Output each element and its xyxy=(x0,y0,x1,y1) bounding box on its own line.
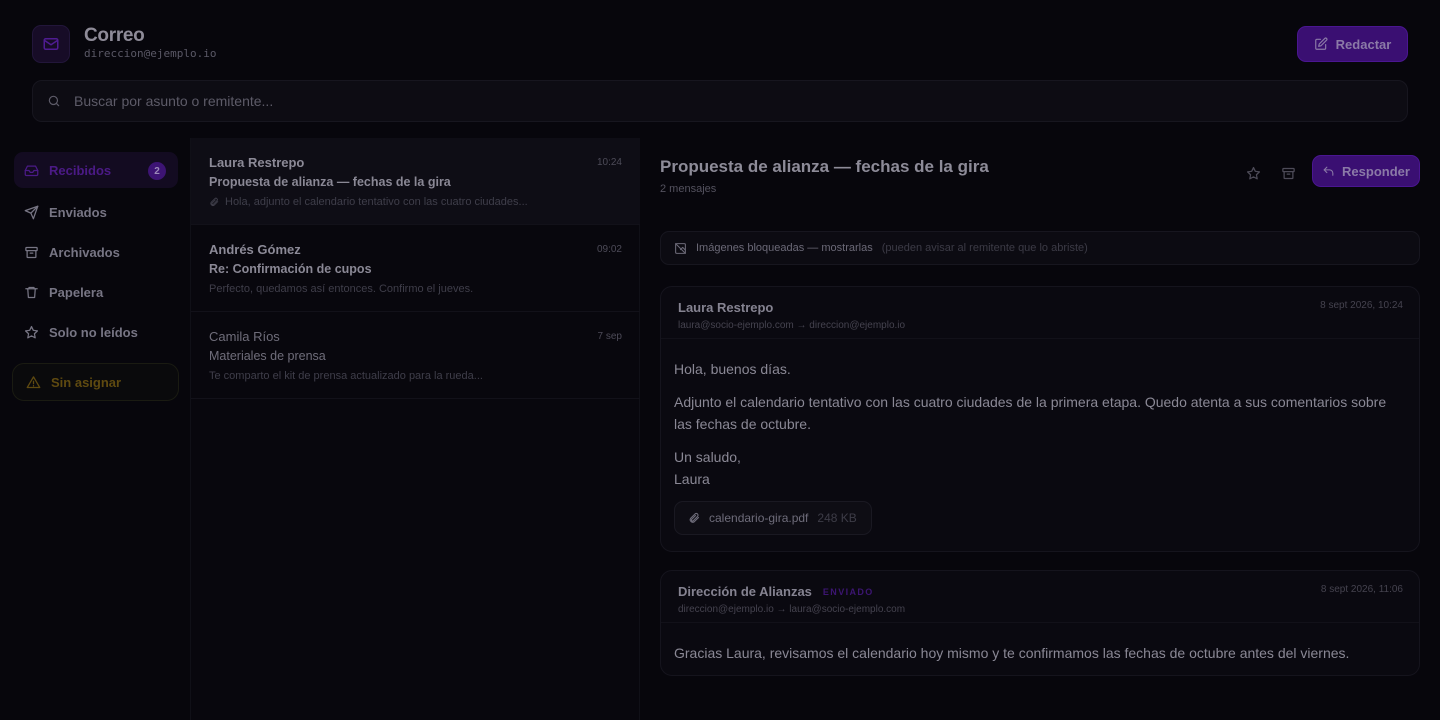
mail-icon xyxy=(42,35,60,53)
paperclip-icon xyxy=(209,197,219,207)
message-sender: Laura Restrepo xyxy=(678,300,773,315)
reply-label: Responder xyxy=(1342,163,1410,179)
app-title: Correo xyxy=(84,25,145,46)
mail-logo xyxy=(32,25,70,63)
inbox-icon xyxy=(24,163,39,178)
trash-icon xyxy=(24,285,39,300)
message-preview-text: Perfecto, quedamos así entonces. Confirm… xyxy=(209,283,474,295)
body-paragraph: Hola, buenos días. xyxy=(674,361,791,377)
sidebar-item-label: Recibidos xyxy=(49,162,112,178)
unread-count-badge: 2 xyxy=(148,162,166,180)
message-preview: Perfecto, quedamos así entonces. Confirm… xyxy=(209,283,473,295)
star-icon xyxy=(24,325,39,340)
archive-button[interactable] xyxy=(1277,162,1299,184)
sidebar-item-archivados[interactable]: Archivados xyxy=(14,234,178,270)
message-preview-text: Te comparto el kit de prensa actualizado… xyxy=(209,370,483,382)
sidebar-item-enviados[interactable]: Enviados xyxy=(14,194,178,230)
message-body: Hola, buenos días. Adjunto el calendario… xyxy=(661,339,1419,535)
search-input[interactable] xyxy=(74,93,1407,109)
message-subject: Re: Confirmación de cupos xyxy=(209,262,372,276)
signature-line: Un saludo, xyxy=(674,449,741,465)
search-bar xyxy=(32,80,1408,122)
message-header: Dirección de Alianzas ENVIADO direccion@… xyxy=(661,571,1419,623)
star-button[interactable] xyxy=(1242,162,1264,184)
star-icon xyxy=(1246,166,1261,181)
compose-button[interactable]: Redactar xyxy=(1297,26,1408,62)
sidebar: Recibidos 2 Enviados Archivados Papelera xyxy=(0,138,190,720)
thread-message: Dirección de Alianzas ENVIADO direccion@… xyxy=(660,570,1420,676)
thread-count: 2 mensajes xyxy=(660,183,717,195)
message-date: 8 sept 2026, 10:24 xyxy=(1320,300,1403,311)
thread-title: Propuesta de alianza — fechas de la gira xyxy=(660,157,989,176)
warning-icon xyxy=(26,375,41,390)
archive-icon xyxy=(1281,166,1296,181)
message-route: direccion@ejemplo.io → laura@socio-ejemp… xyxy=(678,604,906,615)
message-header: Laura Restrepo laura@socio-ejemplo.com →… xyxy=(661,287,1419,339)
blocked-images-banner: Imágenes bloqueadas — mostrarlas (pueden… xyxy=(660,231,1420,265)
sidebar-item-label: Papelera xyxy=(49,284,104,300)
search-icon xyxy=(47,94,61,108)
attachment-chip[interactable]: calendario-gira.pdf 248 KB xyxy=(674,501,872,535)
message-time: 10:24 xyxy=(596,157,622,168)
attachment-name: calendario-gira.pdf xyxy=(709,511,809,525)
send-icon xyxy=(24,205,39,220)
show-images-link[interactable]: Imágenes bloqueadas — mostrarlas xyxy=(696,242,873,254)
sidebar-item-label: Solo no leídos xyxy=(49,324,138,340)
sidebar-item-recibidos[interactable]: Recibidos 2 xyxy=(14,152,178,188)
message-preview-text: Hola, adjunto el calendario tentativo co… xyxy=(225,196,528,208)
message-subject: Propuesta de alianza — fechas de la gira xyxy=(209,175,451,189)
body-paragraph: Adjunto el calendario tentativo con las … xyxy=(674,394,1387,432)
body-paragraph: Gracias Laura, revisamos el calendario h… xyxy=(674,645,1350,661)
sidebar-item-sin-asignar[interactable]: Sin asignar xyxy=(12,363,179,401)
body-signature: Un saludo, Laura xyxy=(674,446,1406,490)
account-email: direccion@ejemplo.io xyxy=(84,47,217,60)
list-item[interactable]: Camila Ríos 7 sep Materiales de prensa T… xyxy=(191,312,640,399)
blocked-images-hint: (pueden avisar al remitente que lo abris… xyxy=(881,242,1088,254)
message-body: Gracias Laura, revisamos el calendario h… xyxy=(661,623,1419,664)
archive-icon xyxy=(24,245,39,260)
signature-line: Laura xyxy=(674,471,710,487)
compose-label: Redactar xyxy=(1335,36,1392,52)
paperclip-icon xyxy=(688,512,700,524)
message-sender: Dirección de Alianzas ENVIADO xyxy=(678,584,874,599)
sidebar-item-label: Archivados xyxy=(49,244,120,260)
message-time: 09:02 xyxy=(596,244,622,255)
sidebar-item-label: Sin asignar xyxy=(51,374,122,390)
reply-button[interactable]: Responder xyxy=(1312,155,1420,187)
thread-message: Laura Restrepo laura@socio-ejemplo.com →… xyxy=(660,286,1420,552)
message-route: laura@socio-ejemplo.com → direccion@ejem… xyxy=(678,320,906,331)
attachment-size: 248 KB xyxy=(817,511,857,525)
message-preview: Hola, adjunto el calendario tentativo co… xyxy=(209,196,528,208)
sender-name: Laura Restrepo xyxy=(678,300,774,315)
image-off-icon xyxy=(674,242,687,255)
message-sender: Camila Ríos xyxy=(209,329,280,344)
sidebar-item-solo-no-leidos[interactable]: Solo no leídos xyxy=(14,314,178,350)
message-reader: Propuesta de alianza — fechas de la gira… xyxy=(640,138,1440,720)
list-item[interactable]: Andrés Gómez 09:02 Re: Confirmación de c… xyxy=(191,225,640,312)
message-sender: Laura Restrepo xyxy=(209,155,305,170)
message-time: 7 sep xyxy=(597,331,622,342)
message-subject: Materiales de prensa xyxy=(209,349,326,363)
sidebar-item-label: Enviados xyxy=(49,204,107,220)
sender-name: Dirección de Alianzas xyxy=(678,584,812,599)
sidebar-item-papelera[interactable]: Papelera xyxy=(14,274,178,310)
list-item[interactable]: Laura Restrepo 10:24 Propuesta de alianz… xyxy=(191,138,640,225)
app-header: Correo direccion@ejemplo.io Redactar xyxy=(0,0,1440,80)
reply-icon xyxy=(1322,165,1335,178)
sent-tag: ENVIADO xyxy=(822,586,874,597)
message-date: 8 sept 2026, 11:06 xyxy=(1320,584,1403,595)
edit-icon xyxy=(1314,37,1328,51)
message-sender: Andrés Gómez xyxy=(209,242,301,257)
message-preview: Te comparto el kit de prensa actualizado… xyxy=(209,370,483,382)
message-list: Laura Restrepo 10:24 Propuesta de alianz… xyxy=(190,138,640,720)
